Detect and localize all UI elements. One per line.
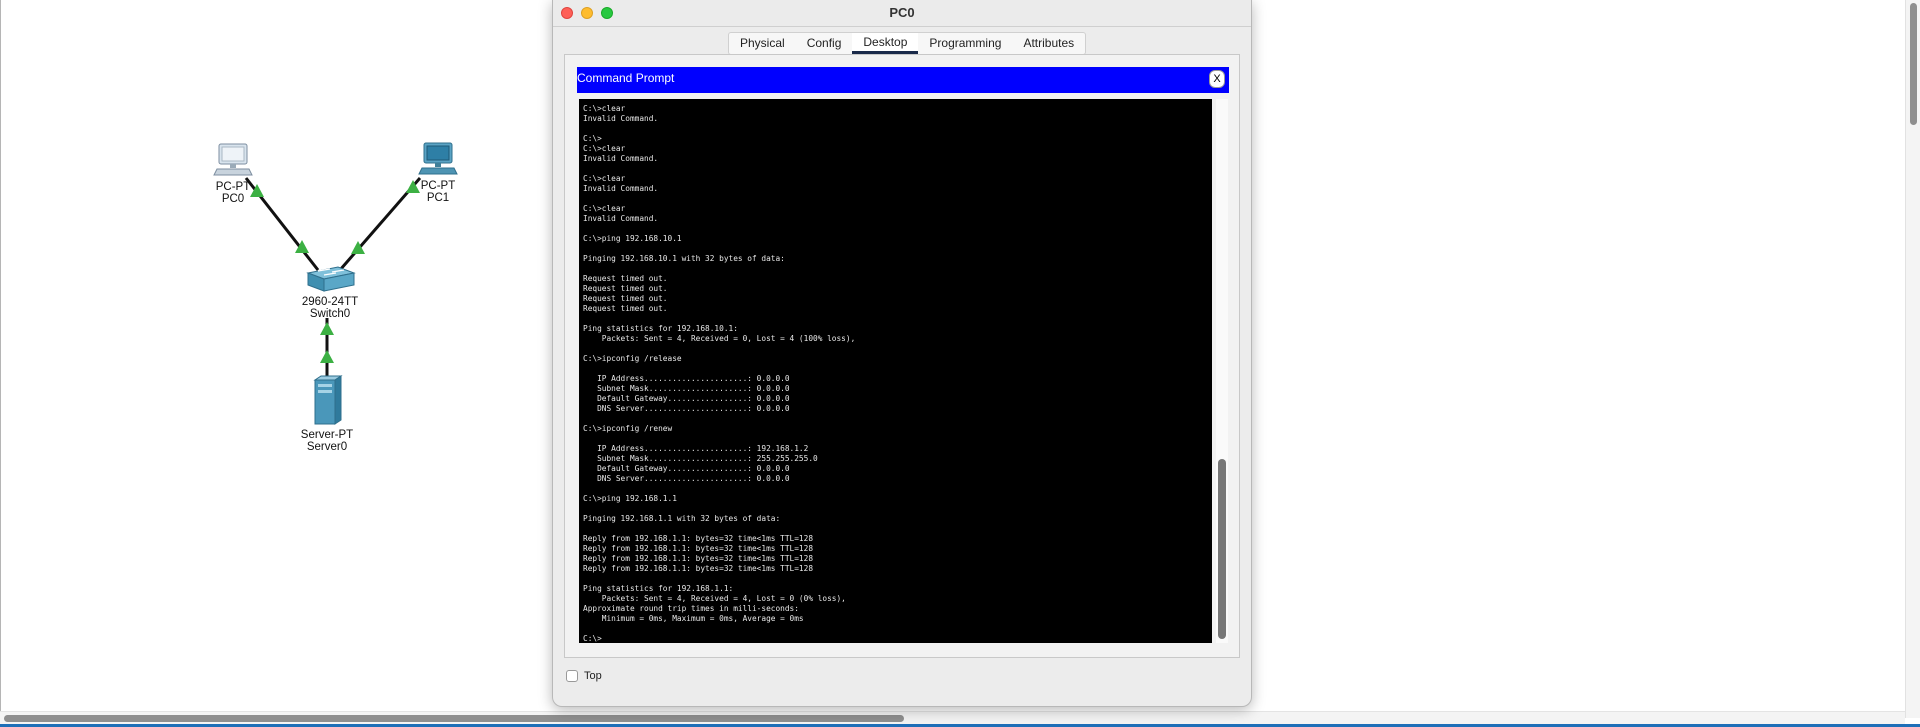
device-type-label: PC-PT: [215, 181, 251, 193]
device-window: PC0 Physical Config Desktop Programming …: [552, 0, 1252, 707]
device-pc0[interactable]: PC-PT PC0: [208, 142, 258, 205]
scrollbar-thumb[interactable]: [1910, 3, 1917, 125]
device-name-label: Switch0: [309, 308, 351, 320]
command-prompt-title: Command Prompt: [577, 71, 675, 85]
workspace-vertical-scrollbar[interactable]: [1905, 0, 1920, 718]
top-checkbox-label: Top: [584, 670, 602, 682]
link-status-server-end: [320, 350, 334, 363]
device-name-label: Server0: [306, 441, 348, 453]
command-prompt-header: Command Prompt X: [577, 67, 1229, 93]
switch-icon: [306, 266, 356, 292]
command-prompt-close-button[interactable]: X: [1209, 70, 1225, 88]
scrollbar-thumb[interactable]: [4, 715, 904, 722]
command-prompt-terminal[interactable]: C:\>clear Invalid Command. C:\> C:\>clea…: [579, 99, 1212, 643]
topology-links: [244, 177, 422, 376]
scrollbar-thumb[interactable]: [1218, 459, 1226, 639]
device-name-label: PC0: [221, 193, 245, 205]
device-type-label: 2960-24TT: [301, 296, 359, 308]
device-pc1[interactable]: PC-PT PC1: [413, 141, 463, 204]
terminal-output: C:\>clear Invalid Command. C:\> C:\>clea…: [583, 104, 856, 643]
tab-bar: Physical Config Desktop Programming Attr…: [728, 32, 1087, 55]
device-server0[interactable]: Server-PT Server0: [297, 374, 357, 453]
top-option[interactable]: Top: [566, 670, 602, 682]
tab-programming[interactable]: Programming: [918, 33, 1012, 54]
tab-attributes[interactable]: Attributes: [1012, 33, 1085, 54]
pc-icon: [418, 142, 458, 175]
terminal-scrollbar[interactable]: [1216, 99, 1228, 643]
window-title: PC0: [889, 5, 915, 20]
tab-physical[interactable]: Physical: [729, 33, 796, 54]
top-checkbox[interactable]: [566, 670, 578, 682]
device-type-label: Server-PT: [300, 429, 354, 441]
desktop-content: Command Prompt X C:\>clear Invalid Comma…: [564, 54, 1240, 658]
tab-desktop[interactable]: Desktop: [852, 33, 919, 54]
device-name-label: PC1: [426, 192, 450, 204]
tab-config[interactable]: Config: [796, 33, 853, 54]
pc-icon: [213, 143, 253, 176]
device-type-label: PC-PT: [420, 180, 456, 192]
link-status-switch0-server-end: [320, 322, 334, 335]
device-switch0[interactable]: 2960-24TT Switch0: [296, 265, 364, 320]
window-titlebar[interactable]: PC0: [553, 0, 1251, 27]
server-icon: [313, 375, 343, 425]
workspace-horizontal-scrollbar[interactable]: [0, 711, 1905, 725]
